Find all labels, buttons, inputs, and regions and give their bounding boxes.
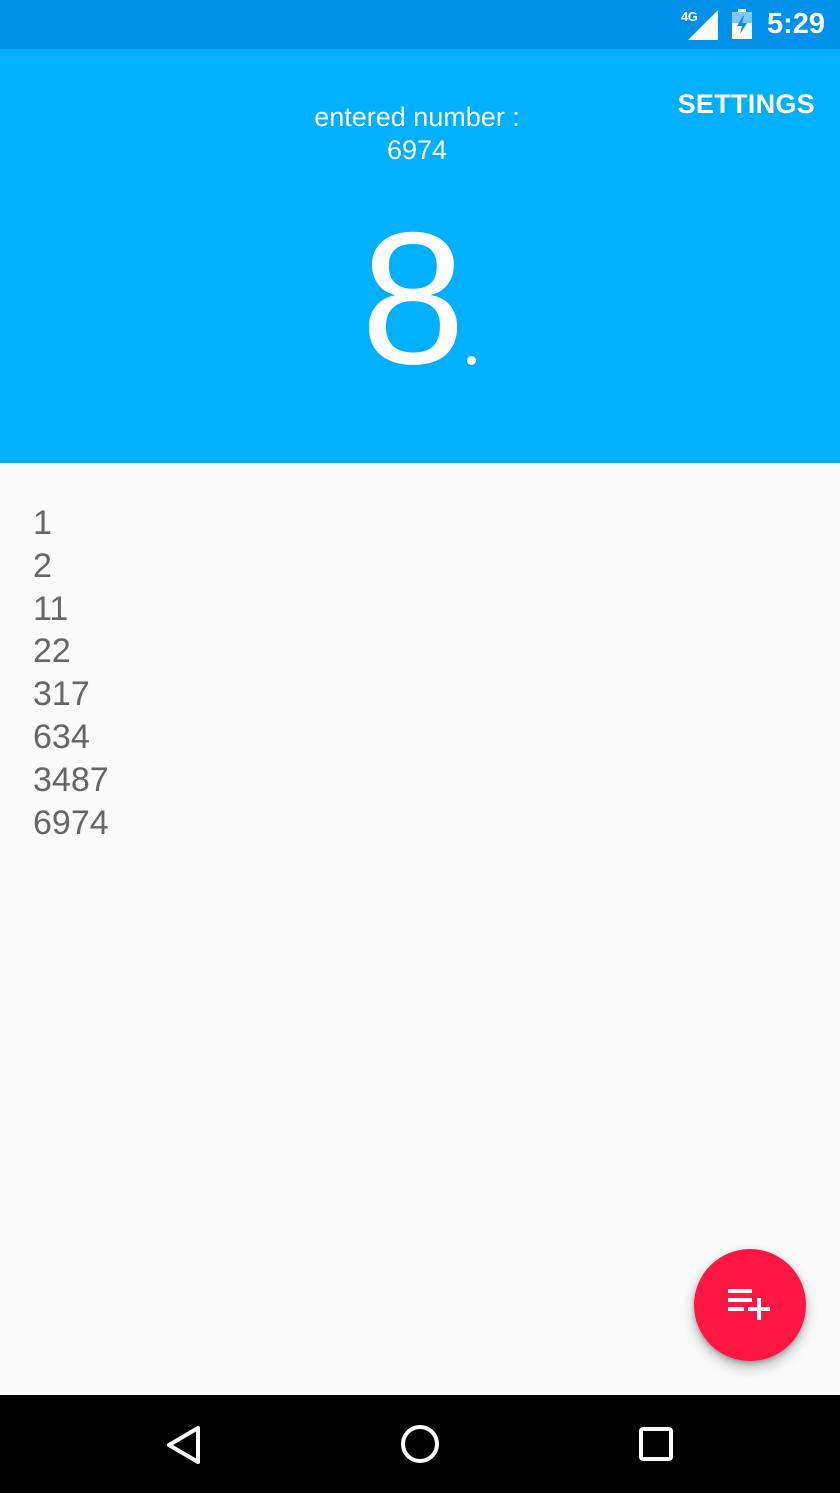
playlist-add-icon: [728, 1289, 770, 1320]
battery-icon: [732, 9, 752, 39]
recent-apps-button[interactable]: [626, 1415, 686, 1475]
list-item: 3487: [33, 760, 109, 799]
add-number-fab[interactable]: [694, 1249, 806, 1361]
clock: 5:29: [767, 8, 826, 40]
list-item: 6974: [33, 803, 109, 842]
home-icon: [401, 1425, 439, 1463]
list-item: 634: [33, 717, 90, 756]
entered-number-label: entered number :: [314, 102, 520, 132]
home-button[interactable]: [390, 1415, 450, 1475]
result-period-dot: [467, 356, 476, 365]
recent-apps-icon: [639, 1427, 673, 1461]
back-icon: [167, 1426, 200, 1464]
entered-number-value: 6974: [386, 135, 448, 165]
signal-icon: [688, 10, 718, 40]
list-item: 22: [33, 632, 71, 671]
list-item: 317: [33, 675, 90, 714]
divisor-list: 1 2 11 22 317 634 3487 6974: [33, 502, 109, 844]
status-bar: 4G 5:29: [0, 0, 840, 49]
result-header: SETTINGS entered number : 6974 8: [0, 49, 840, 463]
navigation-bar: [0, 1395, 840, 1493]
back-button[interactable]: [154, 1415, 214, 1475]
divisor-count-result: 8: [360, 193, 466, 403]
list-item: 11: [33, 589, 69, 628]
list-item: 1: [33, 504, 52, 542]
app-screen: 4G 5:29 SETTINGS entered number : 6974 8…: [0, 0, 840, 1493]
list-item: 2: [33, 546, 52, 585]
